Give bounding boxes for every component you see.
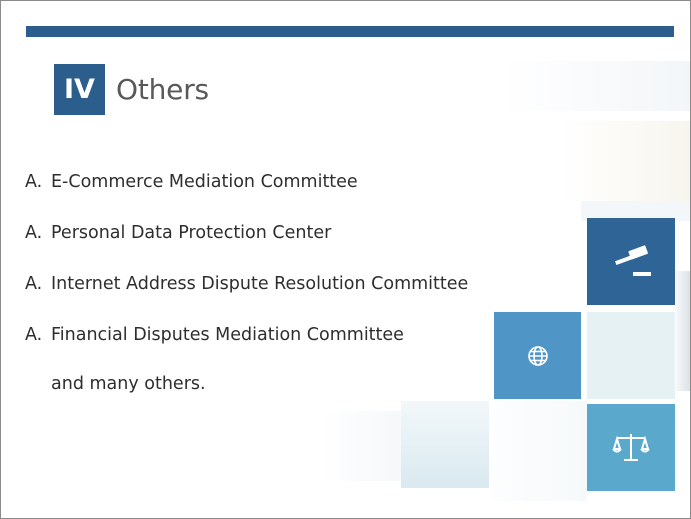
globe-tile [494,312,581,399]
list-item: A. Financial Disputes Mediation Committee [25,324,468,375]
gavel-tile [587,218,675,305]
item-list: A. E-Commerce Mediation Committee A. Perso… [25,171,468,375]
item-label: E-Commerce Mediation Committee [51,172,358,192]
item-label: Personal Data Protection Center [51,223,332,243]
and-many-others-text: and many others. [51,374,206,394]
globe-icon [494,312,581,399]
item-marker: A. [25,274,43,294]
pale-tile [587,312,675,399]
item-marker: A. [25,172,43,192]
section-heading: IV Others [54,64,209,115]
top-accent-bar [26,26,674,37]
item-label: Financial Disputes Mediation Committee [51,325,404,345]
list-item: A. Internet Address Dispute Resolution Co… [25,273,468,324]
scales-tile [587,404,675,491]
faded-tile [676,271,690,391]
scales-icon [587,404,675,491]
list-item: A. E-Commerce Mediation Committee [25,171,468,222]
section-title: Others [116,73,209,106]
faded-tile [501,61,690,111]
slide: IV Others A. E-Commerce Mediation Committ… [0,0,691,519]
faded-tile [401,401,489,488]
faded-tile [321,411,401,481]
item-label: Internet Address Dispute Resolution Comm… [51,274,469,294]
item-marker: A. [25,223,43,243]
list-item: A. Personal Data Protection Center [25,222,468,273]
faded-tile [491,401,587,501]
item-marker: A. [25,325,43,345]
faded-tile [561,121,690,201]
section-numeral: IV [54,64,105,115]
gavel-icon [587,218,675,305]
